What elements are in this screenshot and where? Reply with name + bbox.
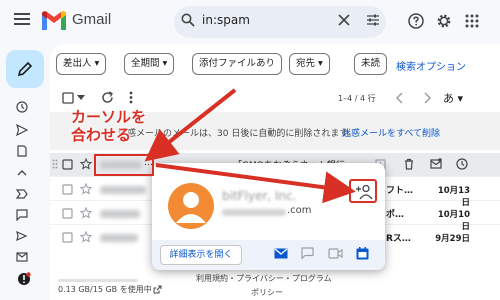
annotation-arrow-2 (155, 163, 356, 204)
annotation-arrows (0, 0, 500, 300)
annotation-arrow-1 (144, 88, 237, 162)
annotation-label: カーソルを 合わせる (71, 108, 147, 144)
